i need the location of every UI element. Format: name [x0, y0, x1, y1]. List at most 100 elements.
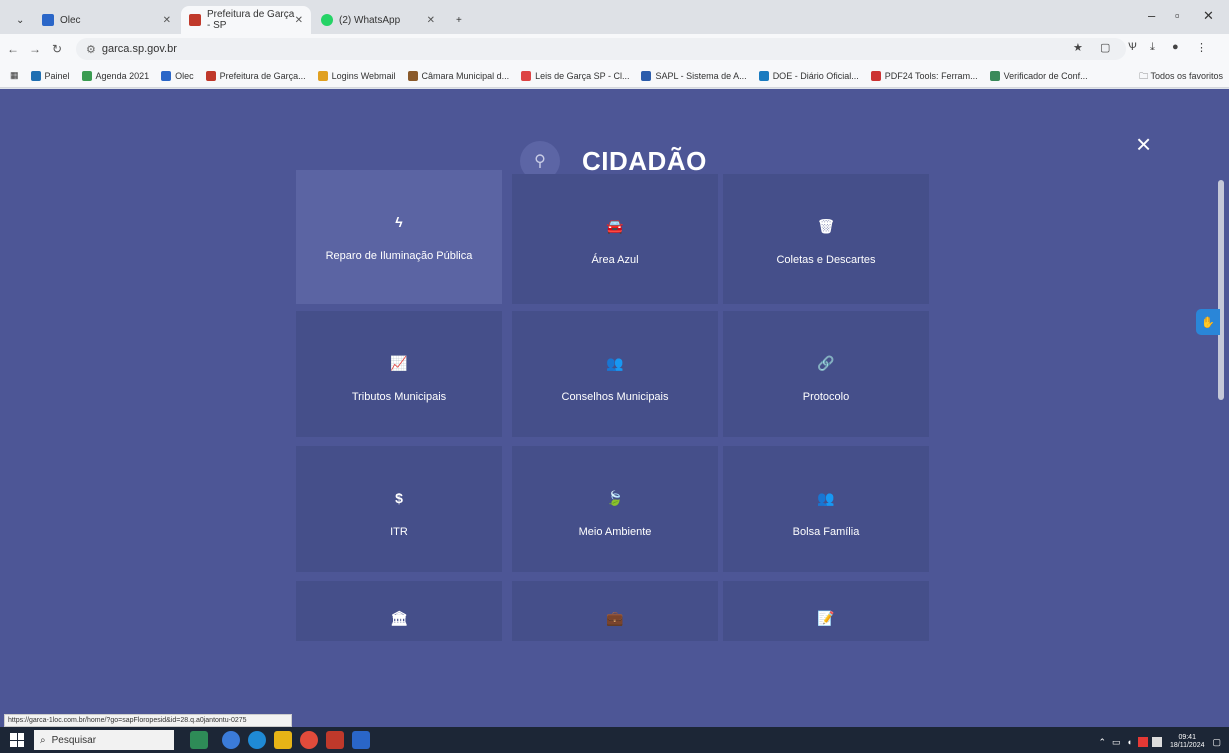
bookmark-item[interactable]: SAPL - Sistema de A... [641, 70, 747, 81]
chrome-icon[interactable] [300, 731, 318, 749]
service-tile[interactable]: 📈 Tributos Municipais [296, 311, 502, 437]
edge-icon[interactable] [248, 731, 266, 749]
site-info-icon[interactable]: ⚙ [86, 43, 96, 56]
tray-app-icon[interactable] [1137, 737, 1148, 747]
service-tile-label: Meio Ambiente [578, 526, 652, 538]
file-explorer-icon[interactable] [274, 731, 292, 749]
taskbar-app-icon[interactable] [352, 731, 370, 749]
new-tab-button[interactable]: + [448, 6, 470, 34]
service-tile[interactable]: 💼 [512, 581, 718, 641]
service-tile[interactable]: 🏛 [296, 581, 502, 641]
taskbar-app-icon[interactable] [222, 731, 240, 749]
users-icon: 👥 [606, 354, 624, 371]
reader-icon[interactable]: Ѱ [1128, 41, 1137, 53]
page-title: CIDADÃO [582, 145, 707, 176]
tab-close-icon[interactable]: ✕ [163, 15, 171, 26]
tab-olec[interactable]: Olec ✕ [34, 6, 179, 34]
tab-whatsapp[interactable]: (2) WhatsApp ✕ [313, 6, 443, 34]
bookmark-item[interactable]: Prefeitura de Garça... [205, 70, 306, 81]
close-icon[interactable]: × [1136, 129, 1151, 160]
tab-close-icon[interactable]: ✕ [295, 15, 303, 26]
users-icon: 👥 [817, 489, 835, 506]
bookmark-item[interactable]: PDF24 Tools: Ferram... [870, 70, 978, 81]
service-tile[interactable]: 👥 Conselhos Municipais [512, 311, 718, 437]
clock[interactable]: 09:41 18/11/2024 [1170, 734, 1205, 750]
forward-icon[interactable]: → [24, 42, 46, 56]
bookmarks-bar: ▦ Painel Agenda 2021 Olec Prefeitura de … [0, 64, 1229, 88]
service-tile-label: Protocolo [802, 391, 850, 403]
notifications-icon[interactable]: ▢ [1212, 737, 1221, 748]
minimize-icon[interactable]: – [1148, 8, 1155, 23]
search-icon: ⌕ [40, 734, 46, 746]
taskbar-app-icon[interactable] [190, 731, 208, 749]
bookmark-item[interactable]: Agenda 2021 [81, 70, 149, 81]
bank-icon: 🏛 [390, 609, 408, 626]
service-tile[interactable]: 🗑 Coletas e Descartes [723, 174, 929, 304]
bookmark-item[interactable]: Câmara Municipal d... [407, 70, 509, 81]
extension-icon[interactable]: ▢ [1100, 41, 1110, 54]
service-tile[interactable]: ϟ Reparo de Iluminação Pública [296, 170, 502, 304]
olec-favicon-icon [42, 14, 54, 26]
all-favorites-link[interactable]: 🗀 Todos os favoritos [1139, 69, 1223, 85]
bookmark-item[interactable]: Olec [161, 70, 194, 81]
bookmark-item[interactable]: Painel [30, 70, 70, 81]
service-tile[interactable]: $ ITR [296, 446, 502, 572]
maximize-icon[interactable]: ▫ [1175, 8, 1180, 23]
bookmark-star-icon[interactable]: ★ [1073, 41, 1083, 54]
tab-prefeitura[interactable]: Prefeitura de Garça - SP ✕ [181, 6, 311, 34]
back-icon[interactable]: ← [2, 42, 24, 56]
tab-label: (2) WhatsApp [339, 14, 401, 26]
url-input[interactable]: ⚙ garca.sp.gov.br [76, 38, 1126, 60]
service-tile-label: Reparo de Iluminação Pública [325, 250, 473, 262]
chart-icon: 📈 [390, 354, 408, 371]
service-tile-label: Área Azul [591, 254, 639, 266]
bookmark-item[interactable]: Logins Webmail [317, 70, 396, 81]
profile-icon[interactable]: ● [1172, 41, 1179, 53]
tab-label: Prefeitura de Garça - SP [207, 9, 295, 31]
service-tile-label: Coletas e Descartes [776, 254, 876, 266]
menu-icon[interactable]: ⋮ [1196, 41, 1207, 54]
service-tile-label: Bolsa Família [792, 526, 860, 538]
tray-app-icon[interactable] [1151, 737, 1162, 747]
scrollbar-thumb[interactable] [1218, 180, 1224, 400]
bookmark-item[interactable]: Leis de Garça SP - Cl... [521, 70, 629, 81]
browser-tab-bar: ⌄ Olec ✕ Prefeitura de Garça - SP ✕ (2) … [0, 0, 1229, 34]
system-tray: ⌃ ▭ ◖ 09:41 18/11/2024 ▢ [1098, 734, 1221, 750]
reload-icon[interactable]: ↻ [46, 42, 68, 56]
tab-label: Olec [60, 14, 81, 26]
car-icon: 🚘 [606, 217, 624, 234]
taskbar-app-icon[interactable] [326, 731, 344, 749]
service-tile[interactable]: 🚘 Área Azul [512, 174, 718, 304]
volume-icon[interactable]: ◖ [1127, 737, 1132, 747]
window-close-icon[interactable]: ✕ [1203, 8, 1214, 24]
tab-menu-button[interactable]: ⌄ [8, 6, 34, 34]
whatsapp-favicon-icon [321, 14, 333, 26]
tab-close-icon[interactable]: ✕ [427, 15, 435, 26]
service-tile-label: ITR [390, 526, 408, 538]
service-tile-label: Tributos Municipais [351, 391, 447, 403]
url-text: garca.sp.gov.br [101, 43, 177, 55]
accessibility-button[interactable]: ✋ [1196, 309, 1220, 335]
folder-icon: 🗀 [1139, 71, 1151, 81]
taskbar-search-input[interactable]: ⌕ Pesquisar [34, 730, 174, 750]
service-tile[interactable]: 🔗 Protocolo [723, 311, 929, 437]
network-icon[interactable]: ▭ [1112, 737, 1121, 748]
leaf-icon: 🍃 [606, 489, 624, 506]
status-url-tooltip: https://garca-1loc.com.br/home/?go=sapFl… [4, 714, 292, 727]
bookmark-item[interactable]: Verificador de Conf... [989, 70, 1088, 81]
apps-icon[interactable]: ▦ [10, 70, 19, 81]
windows-taskbar: ⌕ Pesquisar ⌃ ▭ ◖ 09:41 18/11/2024 ▢ [0, 727, 1229, 753]
trash-icon: 🗑 [817, 217, 835, 234]
service-tile[interactable]: 📝 [723, 581, 929, 641]
bolt-icon: ϟ [395, 214, 403, 230]
service-tile[interactable]: 👥 Bolsa Família [723, 446, 929, 572]
briefcase-icon: 💼 [606, 609, 624, 626]
download-icon[interactable]: ⤓ [1150, 41, 1155, 54]
bookmark-item[interactable]: DOE - Diário Oficial... [758, 70, 859, 81]
windows-start-icon[interactable] [10, 733, 24, 747]
service-tile[interactable]: 🍃 Meio Ambiente [512, 446, 718, 572]
tray-chevron-icon[interactable]: ⌃ [1098, 737, 1106, 748]
edit-icon: 📝 [817, 609, 835, 626]
prefeitura-favicon-icon [189, 14, 201, 26]
dollar-icon: $ [395, 490, 403, 506]
